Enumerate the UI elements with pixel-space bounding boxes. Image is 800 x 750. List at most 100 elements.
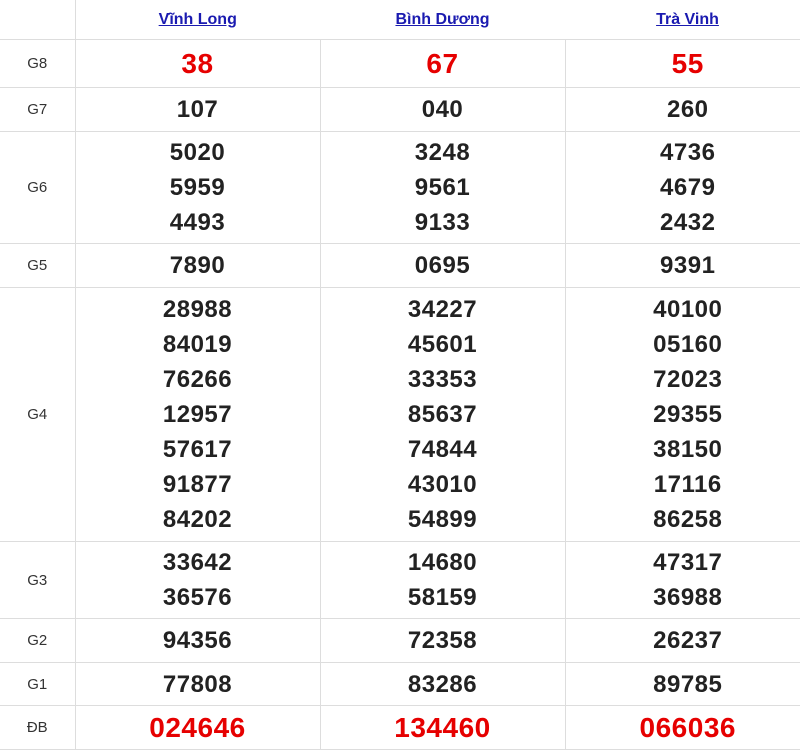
result-cell: 134460 [320, 706, 565, 750]
result-number: 28988 [76, 292, 320, 327]
result-number: 43010 [321, 467, 565, 502]
result-number: 17116 [566, 467, 800, 502]
result-number: 45601 [321, 327, 565, 362]
result-cell: 40100051607202329355381501711686258 [565, 288, 800, 542]
result-cell: 0695 [320, 244, 565, 288]
header-row: Vĩnh Long Bình Dương Trà Vinh [0, 0, 800, 40]
result-number: 38150 [566, 432, 800, 467]
prize-row: G428988840197626612957576179187784202342… [0, 288, 800, 542]
result-cell: 066036 [565, 706, 800, 750]
result-cell: 502059594493 [75, 132, 320, 244]
result-cell: 473646792432 [565, 132, 800, 244]
result-number: 84019 [76, 327, 320, 362]
result-cell: 107 [75, 88, 320, 132]
result-cell: 3364236576 [75, 542, 320, 619]
result-number: 54899 [321, 502, 565, 537]
prize-label: G7 [0, 88, 75, 132]
result-number: 33642 [76, 545, 320, 580]
result-number: 94356 [76, 623, 320, 658]
special-prize-number: 024646 [76, 708, 320, 748]
result-cell: 67 [320, 40, 565, 88]
result-number: 58159 [321, 580, 565, 615]
prize-row: ĐB024646134460066036 [0, 706, 800, 750]
result-number: 14680 [321, 545, 565, 580]
result-number: 36576 [76, 580, 320, 615]
prize-row: G2943567235826237 [0, 619, 800, 663]
result-cell: 324895619133 [320, 132, 565, 244]
prize-label: G1 [0, 663, 75, 706]
province-link-tra-vinh[interactable]: Trà Vinh [656, 11, 719, 28]
result-cell: 38 [75, 40, 320, 88]
result-number: 9391 [566, 248, 800, 283]
prize-label: G3 [0, 542, 75, 619]
result-number: 74844 [321, 432, 565, 467]
result-number: 47317 [566, 545, 800, 580]
special-prize-number: 066036 [566, 708, 800, 748]
prize-rows: G8386755 G7107040260 G65020595944933248956… [0, 40, 800, 750]
result-number: 38 [76, 44, 320, 84]
result-number: 33353 [321, 362, 565, 397]
result-number: 26237 [566, 623, 800, 658]
result-number: 040 [321, 92, 565, 127]
result-number: 76266 [76, 362, 320, 397]
result-number: 2432 [566, 205, 800, 240]
result-number: 77808 [76, 667, 320, 702]
province-header: Trà Vinh [565, 0, 800, 40]
prize-label: G2 [0, 619, 75, 663]
result-cell: 55 [565, 40, 800, 88]
result-number: 5959 [76, 170, 320, 205]
result-cell: 94356 [75, 619, 320, 663]
result-number: 91877 [76, 467, 320, 502]
result-cell: 34227456013335385637748444301054899 [320, 288, 565, 542]
prize-row: G5789006959391 [0, 244, 800, 288]
result-number: 55 [566, 44, 800, 84]
result-number: 40100 [566, 292, 800, 327]
result-number: 05160 [566, 327, 800, 362]
result-number: 260 [566, 92, 800, 127]
result-cell: 9391 [565, 244, 800, 288]
result-cell: 89785 [565, 663, 800, 706]
result-cell: 28988840197626612957576179187784202 [75, 288, 320, 542]
result-number: 107 [76, 92, 320, 127]
result-number: 36988 [566, 580, 800, 615]
special-prize-number: 134460 [321, 708, 565, 748]
prize-row: G1778088328689785 [0, 663, 800, 706]
result-number: 3248 [321, 135, 565, 170]
prize-label: G6 [0, 132, 75, 244]
result-number: 57617 [76, 432, 320, 467]
province-link-binh-duong[interactable]: Bình Dương [395, 11, 489, 28]
result-number: 85637 [321, 397, 565, 432]
result-number: 7890 [76, 248, 320, 283]
result-number: 4493 [76, 205, 320, 240]
result-number: 72358 [321, 623, 565, 658]
result-cell: 4731736988 [565, 542, 800, 619]
province-link-vinh-long[interactable]: Vĩnh Long [159, 11, 237, 28]
result-cell: 26237 [565, 619, 800, 663]
result-number: 5020 [76, 135, 320, 170]
result-cell: 72358 [320, 619, 565, 663]
prize-label: G8 [0, 40, 75, 88]
prize-label: G4 [0, 288, 75, 542]
result-number: 89785 [566, 667, 800, 702]
result-cell: 83286 [320, 663, 565, 706]
result-cell: 77808 [75, 663, 320, 706]
result-number: 9561 [321, 170, 565, 205]
result-number: 67 [321, 44, 565, 84]
province-header: Vĩnh Long [75, 0, 320, 40]
prize-label: ĐB [0, 706, 75, 750]
result-number: 12957 [76, 397, 320, 432]
result-cell: 260 [565, 88, 800, 132]
result-cell: 1468058159 [320, 542, 565, 619]
province-header: Bình Dương [320, 0, 565, 40]
result-number: 83286 [321, 667, 565, 702]
result-cell: 7890 [75, 244, 320, 288]
result-cell: 040 [320, 88, 565, 132]
prize-row: G6502059594493324895619133473646792432 [0, 132, 800, 244]
prize-row: G3336423657614680581594731736988 [0, 542, 800, 619]
result-number: 84202 [76, 502, 320, 537]
result-number: 34227 [321, 292, 565, 327]
result-number: 86258 [566, 502, 800, 537]
header-corner [0, 0, 75, 40]
result-number: 9133 [321, 205, 565, 240]
result-number: 4679 [566, 170, 800, 205]
